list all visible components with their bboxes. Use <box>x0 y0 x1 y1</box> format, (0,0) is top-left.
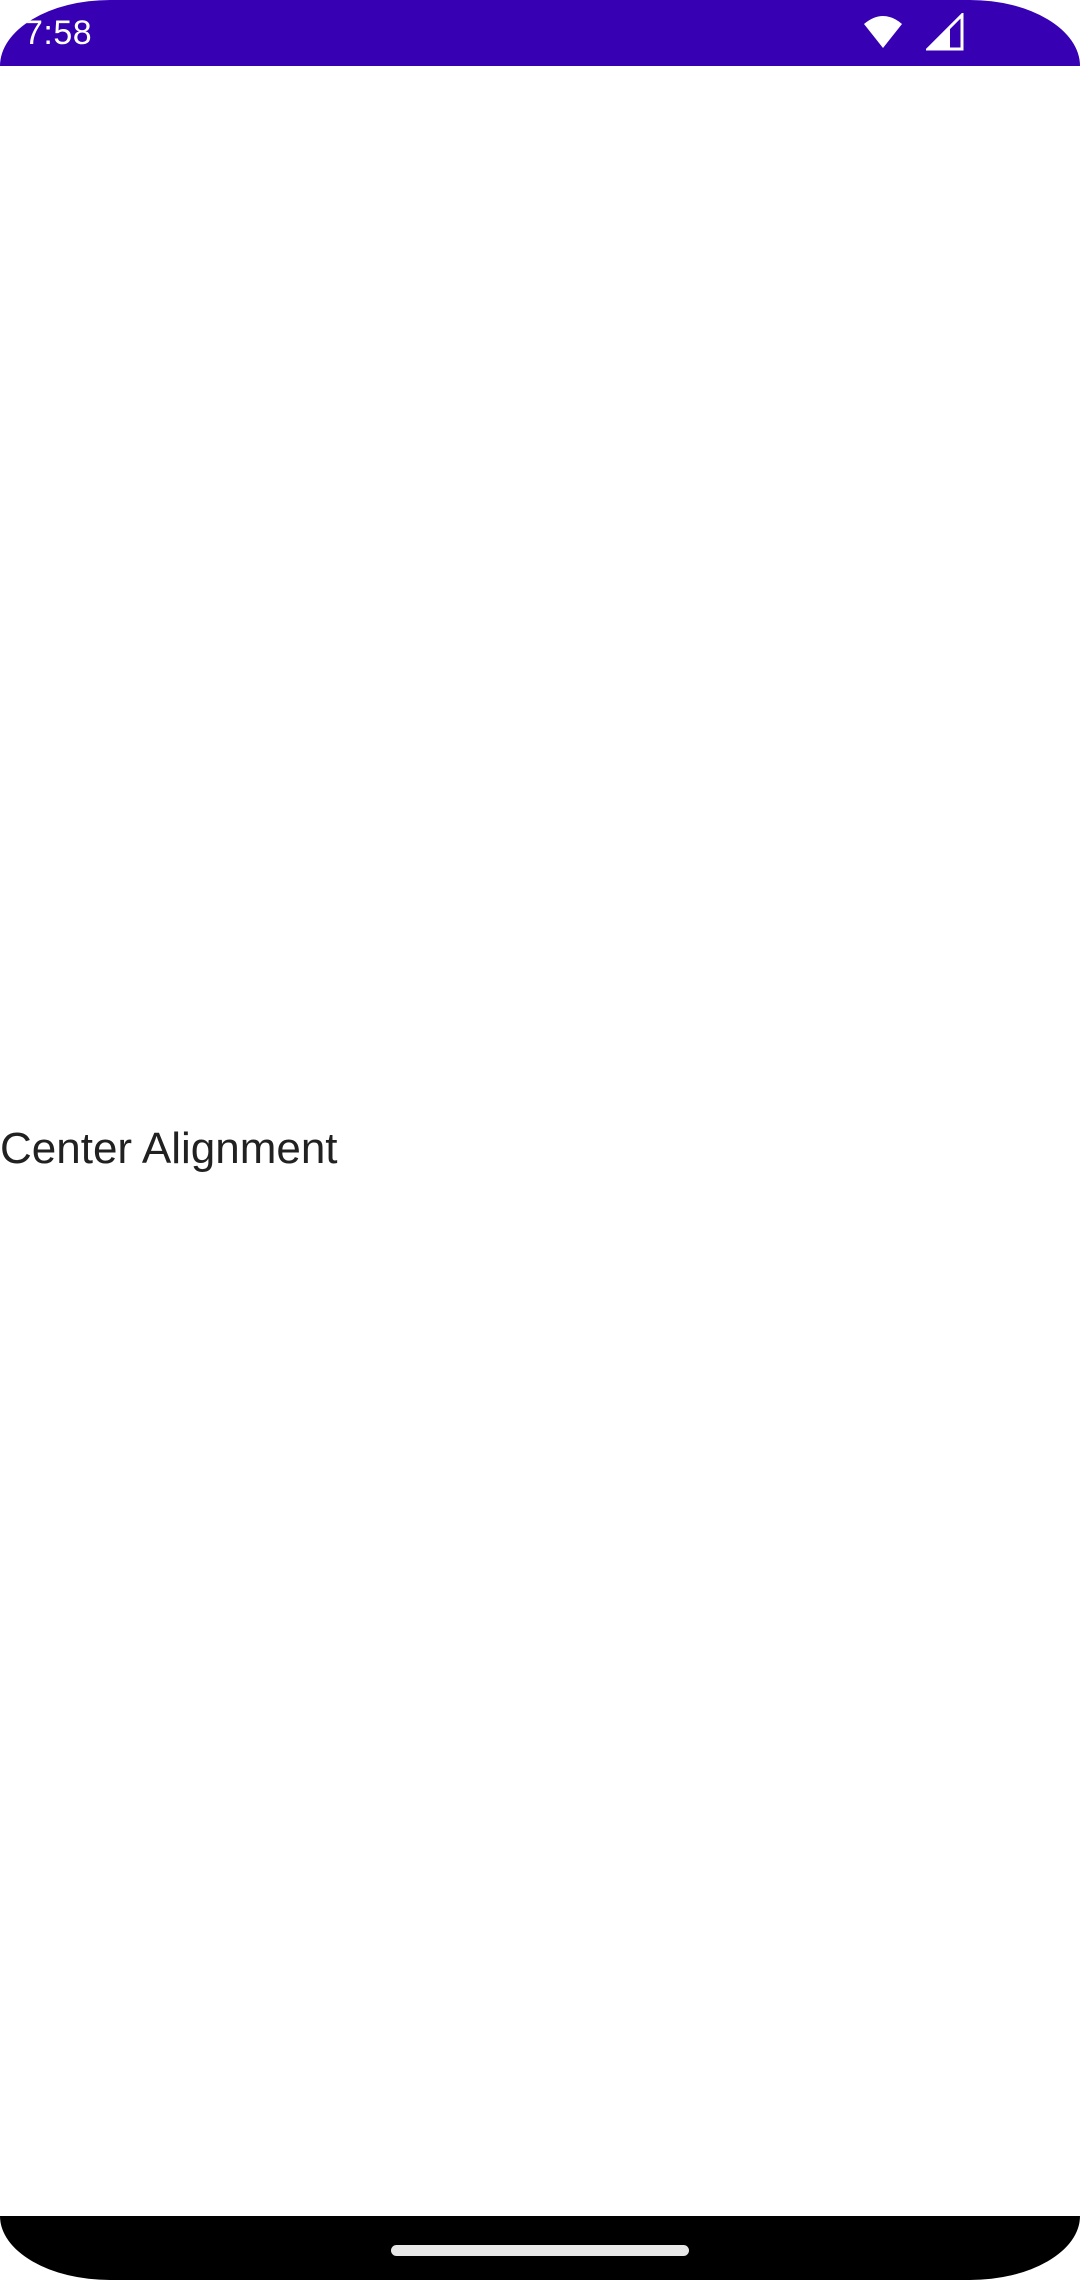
home-gesture-handle[interactable] <box>391 2245 689 2256</box>
center-alignment-label: Center Alignment <box>0 1124 338 1173</box>
status-time: 7:58 <box>24 14 93 52</box>
main-content: Center Alignment <box>0 66 1080 2216</box>
navigation-bar <box>0 2216 1080 2280</box>
wifi-icon <box>862 14 904 50</box>
status-icons <box>862 13 964 51</box>
cellular-signal-icon <box>926 13 964 51</box>
status-bar: 7:58 <box>0 0 1080 66</box>
phone-screen: 7:58 Center Alignment <box>0 0 1080 2280</box>
